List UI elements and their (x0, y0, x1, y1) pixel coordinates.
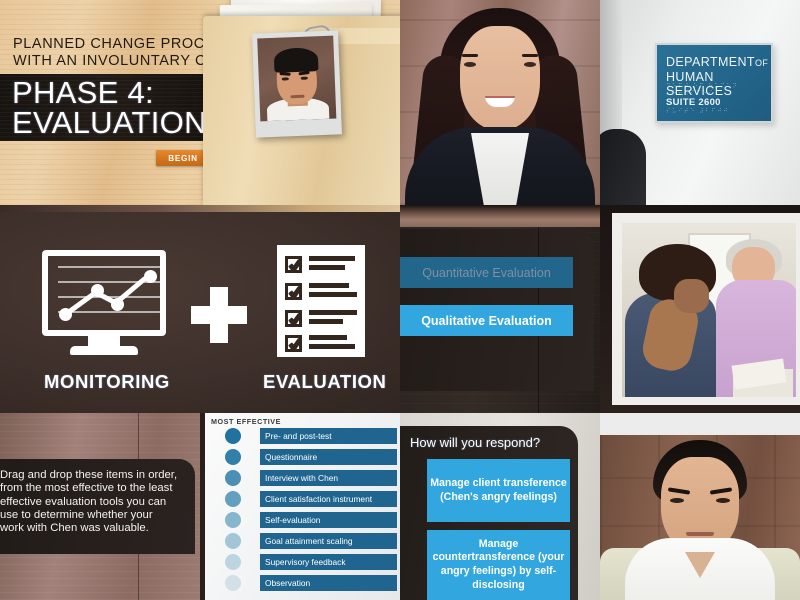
department-sign-panel: DEPARTMENTOF HUMAN SERVICES ⠙⠑⠏⠞ ⠕⠋ ⠓⠥⠍⠁… (600, 0, 800, 205)
drag-item[interactable]: Self-evaluation (260, 512, 397, 528)
case-folder-graphic (203, 0, 400, 205)
plus-icon-bar (191, 306, 247, 324)
monitor-chart-icon (42, 250, 166, 358)
slide-collage: PLANNED CHANGE PROCESS WITH AN INVOLUNTA… (0, 0, 800, 600)
woman-brow-left (462, 54, 478, 57)
angry-client-photo-panel (600, 413, 800, 600)
drag-item[interactable]: Interview with Chen (260, 470, 397, 486)
sign-title-of: OF (754, 58, 769, 68)
most-effective-label: MOST EFFECTIVE (211, 417, 281, 426)
drag-drop-panel: MOST EFFECTIVE Pre- and post-test Questi… (200, 413, 400, 600)
woman-eye-left (464, 62, 476, 67)
rank-dot (225, 512, 241, 528)
rank-dot (225, 533, 241, 549)
woman-face (460, 26, 540, 130)
client-mouth (686, 532, 714, 536)
department-sign-board: DEPARTMENTOF HUMAN SERVICES ⠙⠑⠏⠞ ⠕⠋ ⠓⠥⠍⠁… (655, 43, 773, 123)
checklist-icon (277, 245, 365, 357)
respond-option-countertransference[interactable]: Manage countertransference (your angry f… (427, 530, 570, 600)
instruction-card: Drag and drop these items in order, from… (0, 459, 195, 554)
rank-dot (225, 575, 241, 591)
respond-option-transference[interactable]: Manage client transference (Chen's angry… (427, 459, 570, 522)
monitoring-evaluation-panel: MONITORING EVALUATION (0, 205, 400, 413)
sign-braille-suite: ⠎⠥⠊⠞⠑ ⠼⠃⠋⠚⠚ (666, 109, 730, 115)
drag-item[interactable]: Observation (260, 575, 397, 591)
drag-item[interactable]: Supervisory feedback (260, 554, 397, 570)
rank-dot (225, 491, 241, 507)
monitor-screen (42, 250, 166, 336)
sign-braille-title: ⠙⠑⠏⠞ ⠕⠋ ⠓⠥⠍⠁⠝ ⠎⠑⠗⠧⠊⠉⠑⠎ (666, 84, 739, 97)
woman-eye-right (524, 62, 536, 67)
rank-dot (225, 470, 241, 486)
respond-question: How will you respond? (410, 435, 541, 450)
rank-dot (225, 449, 241, 465)
drag-item[interactable]: Goal attainment scaling (260, 533, 397, 549)
woman-brow-right (522, 54, 538, 57)
begin-button[interactable]: BEGIN (156, 150, 210, 166)
client-photo-image (257, 35, 337, 122)
qualitative-evaluation-button[interactable]: Qualitative Evaluation (400, 305, 573, 336)
rank-dot (225, 428, 241, 444)
drag-item[interactable]: Client satisfaction instrument (260, 491, 397, 507)
sign-suite: SUITE 2600 (666, 97, 721, 108)
client-polaroid-photo (252, 30, 342, 138)
counseling-photo-image (622, 223, 796, 397)
photo-frame (612, 213, 800, 405)
respond-panel: How will you respond? Manage client tran… (400, 413, 600, 600)
instruction-panel: Drag and drop these items in order, from… (0, 413, 200, 600)
social-worker-photo-panel (400, 0, 600, 205)
client-hand (674, 278, 709, 314)
sign-title-main: DEPARTMENT (666, 55, 755, 69)
client-eye-right (716, 498, 730, 503)
quantitative-evaluation-button[interactable]: Quantitative Evaluation (400, 257, 573, 288)
panel-top-strip (0, 205, 400, 212)
person-shoulder (600, 129, 646, 205)
panel-left-edge (200, 413, 205, 600)
title-panel: PLANNED CHANGE PROCESS WITH AN INVOLUNTA… (0, 0, 400, 205)
monitoring-label: MONITORING (44, 371, 170, 392)
drag-item[interactable]: Pre- and post-test (260, 428, 397, 444)
evaluation-type-panel: Quantitative Evaluation Qualitative Eval… (400, 205, 600, 413)
desk-edge (400, 205, 600, 227)
monitor-base (70, 346, 138, 355)
instruction-text: Drag and drop these items in order, from… (0, 469, 178, 535)
client-eye-left (670, 498, 684, 503)
evaluation-label: EVALUATION (263, 371, 387, 392)
counseling-session-photo-panel (600, 205, 800, 413)
drag-item[interactable]: Questionnaire (260, 449, 397, 465)
rank-dot (225, 554, 241, 570)
